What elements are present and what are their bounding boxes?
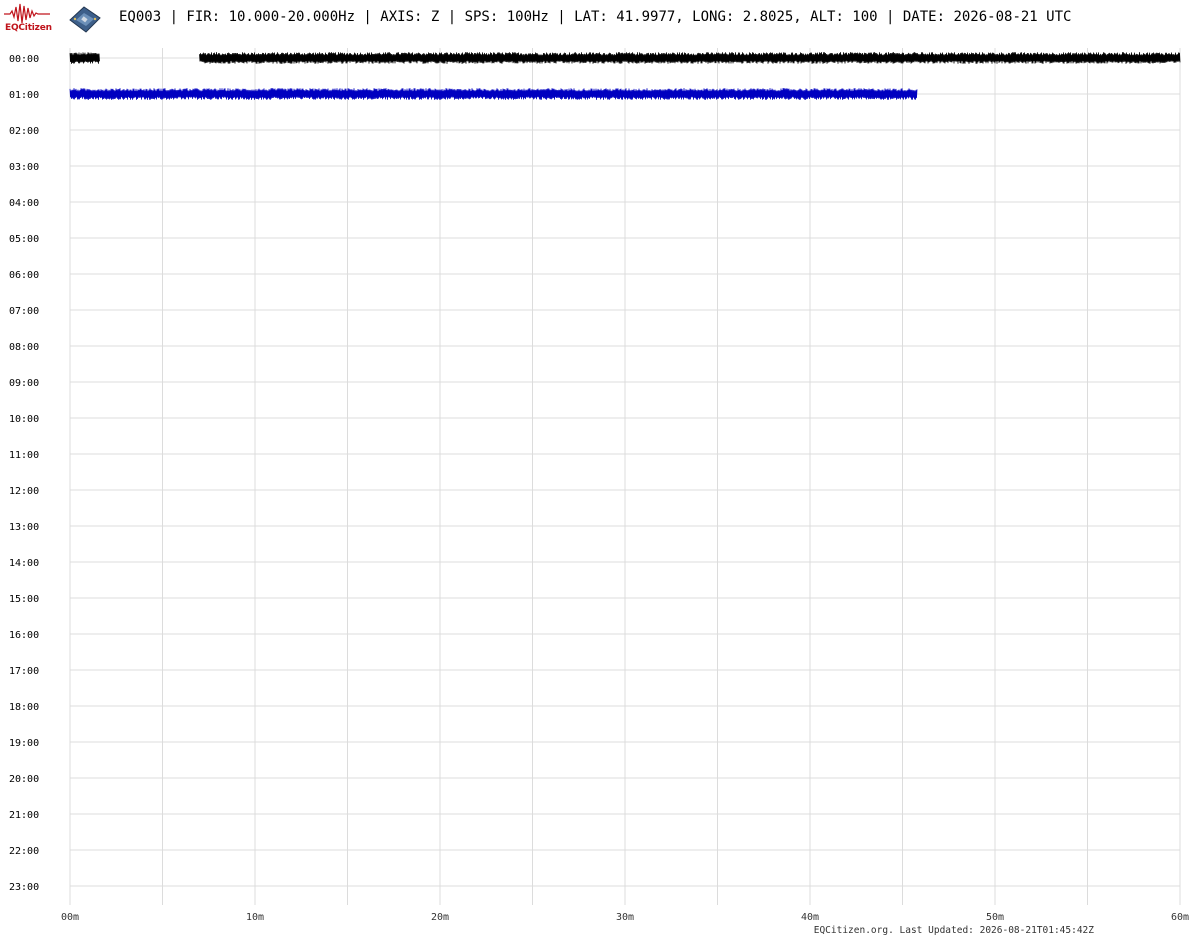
x-tick-label: 50m: [986, 912, 1004, 923]
y-tick-label: 03:00: [9, 162, 39, 173]
x-tick-label: 30m: [616, 912, 634, 923]
y-tick-label: 22:00: [9, 846, 39, 857]
x-tick-label: 10m: [246, 912, 264, 923]
x-axis-labels: 00m 10m 20m 30m 40m 50m 60m: [61, 912, 1189, 923]
trace-segment-0100: [69, 88, 918, 100]
y-tick-label: 00:00: [9, 54, 39, 65]
y-tick-label: 11:00: [9, 450, 39, 461]
trace-segment-0000: [199, 52, 1181, 64]
y-tick-label: 09:00: [9, 378, 39, 389]
trace-segment-0000: [69, 52, 100, 64]
y-tick-label: 02:00: [9, 126, 39, 137]
x-tick-label: 40m: [801, 912, 819, 923]
x-tick-label: 00m: [61, 912, 79, 923]
seismogram-chart: 00:00 01:00 02:00 03:00 04:00 05:00 06:00 07:00…: [9, 48, 1189, 923]
y-tick-label: 14:00: [9, 558, 39, 569]
y-tick-label: 18:00: [9, 702, 39, 713]
last-updated-footer: EQCitizen.org. Last Updated: 2026-08-21T…: [813, 925, 1094, 936]
y-tick-label: 16:00: [9, 630, 39, 641]
y-tick-label: 23:00: [9, 882, 39, 893]
y-tick-label: 19:00: [9, 738, 39, 749]
y-tick-label: 05:00: [9, 234, 39, 245]
y-tick-label: 01:00: [9, 90, 39, 101]
y-tick-label: 21:00: [9, 810, 39, 821]
y-tick-label: 08:00: [9, 342, 39, 353]
y-tick-label: 15:00: [9, 594, 39, 605]
y-tick-label: 06:00: [9, 270, 39, 281]
y-tick-label: 17:00: [9, 666, 39, 677]
y-tick-label: 12:00: [9, 486, 39, 497]
x-tick-label: 20m: [431, 912, 449, 923]
y-tick-label: 07:00: [9, 306, 39, 317]
y-tick-label: 04:00: [9, 198, 39, 209]
x-tick-label: 60m: [1171, 912, 1189, 923]
y-tick-label: 20:00: [9, 774, 39, 785]
y-axis-labels: 00:00 01:00 02:00 03:00 04:00 05:00 06:00 07:00…: [9, 54, 39, 893]
chart-grid: [69, 48, 1181, 905]
y-tick-label: 13:00: [9, 522, 39, 533]
y-tick-label: 10:00: [9, 414, 39, 425]
